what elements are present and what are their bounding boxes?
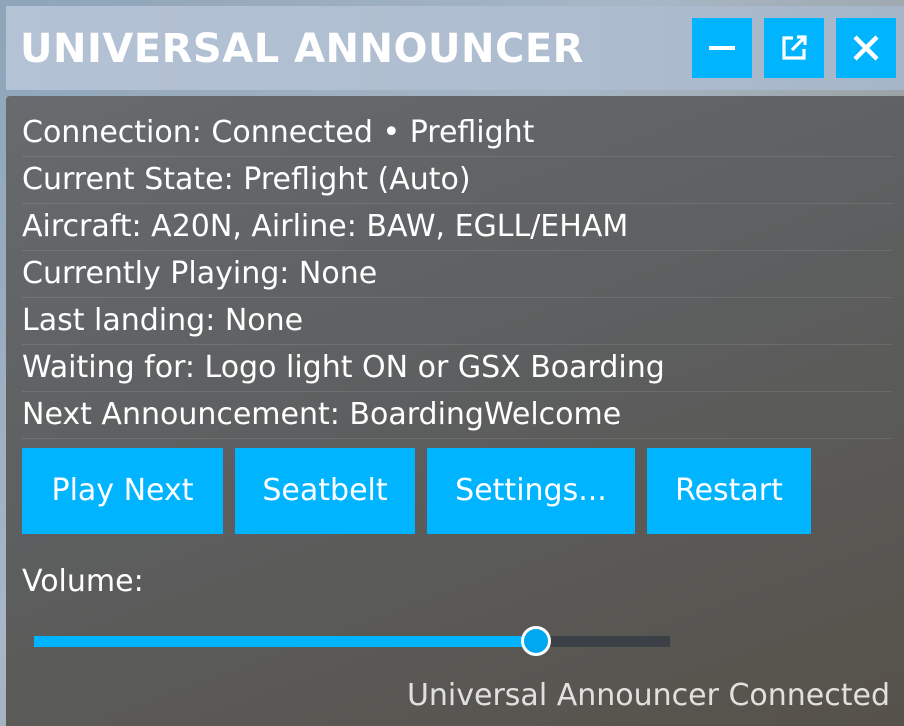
status-info-list: Connection: Connected • Preflight Curren… — [22, 110, 892, 439]
currently-playing-row: Currently Playing: None — [22, 251, 892, 298]
close-icon — [853, 35, 879, 61]
aircraft-info-row: Aircraft: A20N, Airline: BAW, EGLL/EHAM — [22, 204, 892, 251]
announcer-window: UNIVERSAL ANNOUNCER Connection: Connecte… — [0, 0, 904, 726]
external-window-icon — [782, 35, 807, 60]
volume-slider-thumb[interactable] — [521, 626, 552, 656]
seatbelt-button[interactable]: Seatbelt — [235, 448, 415, 534]
settings-button[interactable]: Settings... — [427, 448, 635, 534]
title-bar[interactable]: UNIVERSAL ANNOUNCER — [6, 6, 904, 90]
volume-slider-fill — [34, 636, 537, 647]
minimize-icon — [709, 46, 735, 50]
volume-slider[interactable] — [34, 624, 670, 660]
connection-status-text: Universal Announcer Connected — [406, 678, 890, 713]
main-panel: Connection: Connected • Preflight Curren… — [6, 96, 904, 726]
waiting-for-row: Waiting for: Logo light ON or GSX Boardi… — [22, 345, 892, 392]
play-next-button[interactable]: Play Next — [22, 448, 223, 534]
next-announcement-row: Next Announcement: BoardingWelcome — [22, 392, 892, 439]
current-state-row: Current State: Preflight (Auto) — [22, 157, 892, 204]
connection-status-row: Connection: Connected • Preflight — [22, 110, 892, 157]
window-title: UNIVERSAL ANNOUNCER — [20, 26, 584, 72]
minimize-button[interactable] — [692, 18, 752, 78]
volume-label: Volume: — [22, 564, 144, 599]
last-landing-row: Last landing: None — [22, 298, 892, 345]
close-button[interactable] — [836, 18, 896, 78]
restart-button[interactable]: Restart — [647, 448, 811, 534]
popout-button[interactable] — [764, 18, 824, 78]
